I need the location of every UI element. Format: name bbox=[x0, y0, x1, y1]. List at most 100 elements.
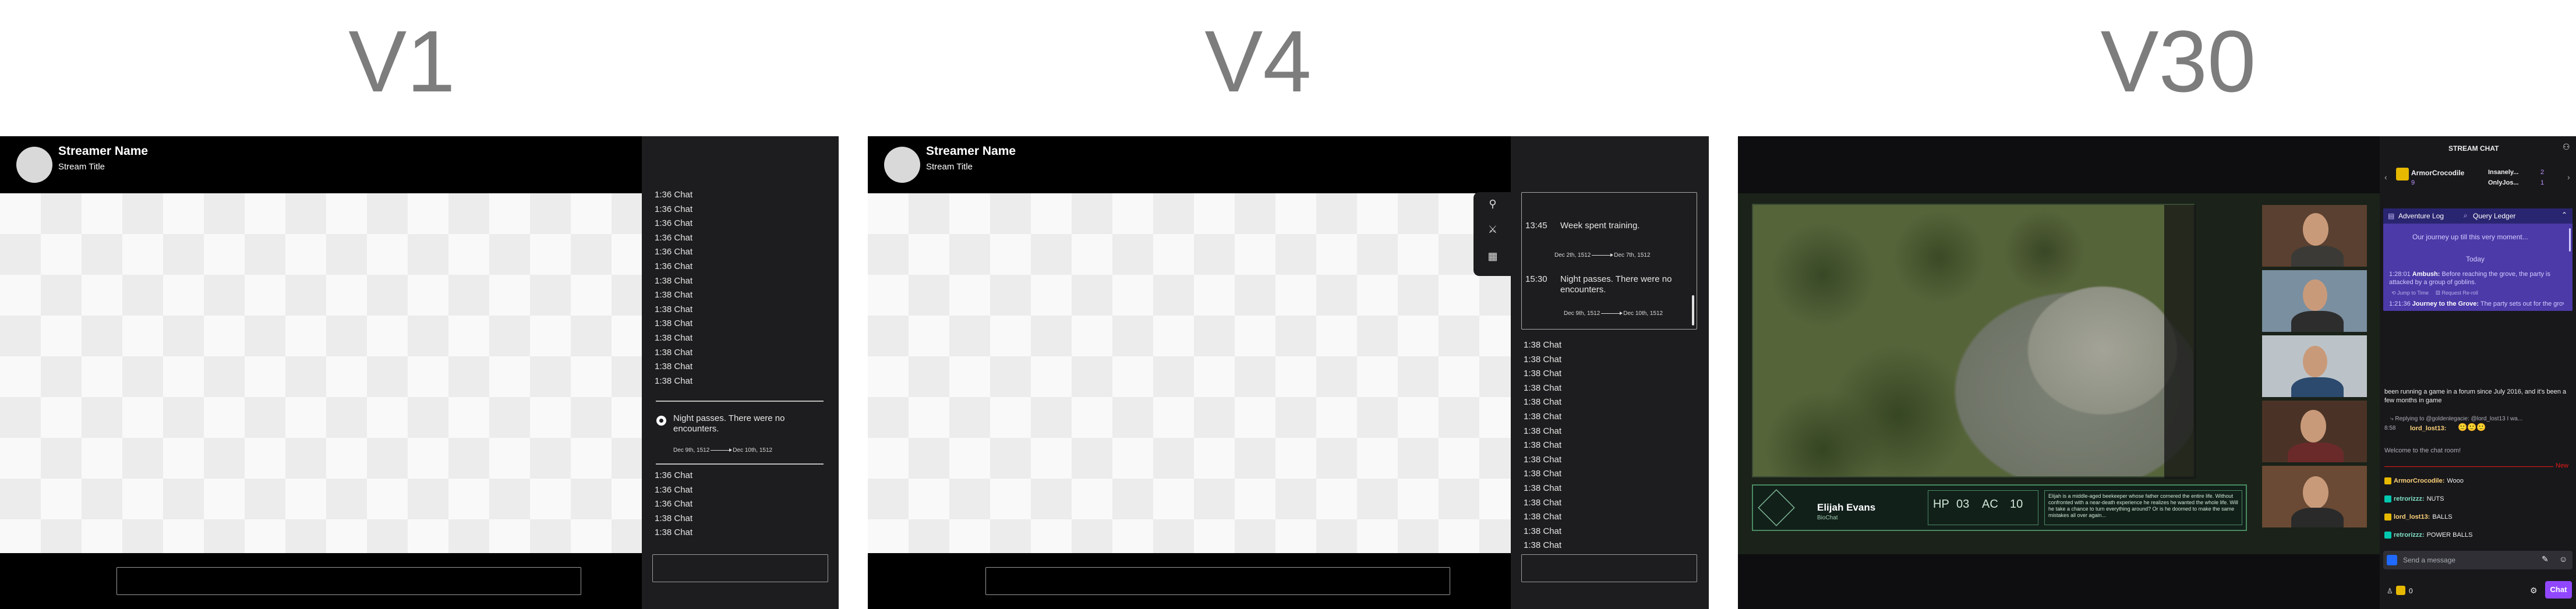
request-reroll-link[interactable]: ⚄ Request Re-roll bbox=[2436, 290, 2478, 296]
chat-username[interactable]: retrorizzz: bbox=[2394, 495, 2425, 502]
chat-text: POWER BALLS bbox=[2426, 532, 2473, 539]
chat-line: 1:38 Chat bbox=[655, 304, 693, 314]
chat-username[interactable]: ArmorCrocodile: bbox=[2394, 477, 2444, 484]
character-subtitle: BioChat bbox=[1817, 515, 1838, 521]
points-count: 0 bbox=[2409, 587, 2413, 595]
entry-date-range: Dec 9th, 1512 Dec 10th, 1512 bbox=[1564, 310, 1663, 317]
log-day: Today bbox=[2466, 255, 2485, 263]
welcome-message: Welcome to the chat room! bbox=[2384, 447, 2461, 454]
search-icon: ⌕ bbox=[2464, 211, 2468, 219]
bits-icon[interactable]: ✎ bbox=[2542, 554, 2549, 564]
new-label: New bbox=[2556, 462, 2569, 469]
chat-line: 1:38 Chat bbox=[1524, 497, 1562, 508]
overlay-input[interactable] bbox=[116, 567, 581, 595]
chevron-left-icon[interactable]: ‹ bbox=[2384, 172, 2387, 182]
chat-line: 1:38 Chat bbox=[655, 318, 693, 329]
entry-date-range: Dec 2th, 1512 Dec 7th, 1512 bbox=[1554, 252, 1651, 259]
emote-picker-icon[interactable]: ☺ bbox=[2559, 554, 2567, 564]
character-card: Elijah Evans BioChat HP 03 AC 10 Elijah … bbox=[1752, 484, 2247, 531]
event-dot-icon bbox=[656, 416, 666, 426]
swords-icon[interactable]: ⚔ bbox=[1486, 224, 1499, 236]
date-from: Dec 2th, 1512 bbox=[1554, 252, 1591, 259]
v30-mockup: Elijah Evans BioChat HP 03 AC 10 Elijah … bbox=[1738, 136, 2576, 609]
chat-username[interactable]: retrorizzz: bbox=[2394, 532, 2425, 539]
chat-line: 1:36 Chat bbox=[655, 247, 693, 257]
webcam-3 bbox=[2262, 335, 2367, 397]
reply-user: lord_lost13: bbox=[2410, 425, 2447, 432]
log-entry: 1:21:36 Journey to the Grove: The party … bbox=[2389, 300, 2564, 307]
crown-icon bbox=[2396, 168, 2409, 180]
timeline-card: 13:45 Week spent training. Dec 2th, 1512… bbox=[1521, 192, 1697, 330]
chat-line: 1:36 Chat bbox=[655, 470, 693, 480]
divider bbox=[656, 463, 824, 465]
user-badge-icon bbox=[2384, 495, 2391, 503]
channel-points-icon bbox=[2396, 586, 2405, 595]
calendar-icon[interactable]: ▦ bbox=[1486, 250, 1499, 263]
user-badge-icon bbox=[2384, 532, 2391, 539]
chat-username[interactable]: lord_lost13: bbox=[2394, 514, 2430, 521]
chat-input[interactable] bbox=[1521, 554, 1697, 582]
chat-message: been running a game in a forum since Jul… bbox=[2384, 388, 2567, 404]
chat-line: 1:38 Chat bbox=[1524, 540, 1562, 551]
v4-mockup: Streamer Name Stream Title ⚲ ⚔ ▦ 13:45 W… bbox=[868, 136, 1709, 609]
chat-line: 1:38 Chat bbox=[655, 527, 693, 538]
battle-map bbox=[1752, 204, 2196, 479]
character-description: Elijah is a middle-aged beekeeper whose … bbox=[2044, 490, 2242, 525]
chat-line: 1:36 Chat bbox=[655, 499, 693, 509]
webcam-4 bbox=[2262, 401, 2367, 462]
log-tabs: ▤ Adventure Log ⌕ Query Ledger ⌃ bbox=[2383, 208, 2573, 224]
ac-label: AC bbox=[1982, 498, 1998, 511]
chat-line: 1:38 Chat bbox=[1524, 383, 1562, 393]
chat-line: 1:36 Chat bbox=[655, 484, 693, 495]
scrollbar[interactable] bbox=[1692, 295, 1694, 325]
chat-message: lord_lost13: BALLS bbox=[2384, 514, 2453, 521]
points-icon[interactable]: ♙ bbox=[2387, 587, 2393, 595]
webcam-2 bbox=[2262, 270, 2367, 332]
settings-icon[interactable]: ⚙ bbox=[2530, 586, 2538, 596]
video-placeholder bbox=[0, 193, 642, 553]
leader-name: OnlyJos... bbox=[2488, 179, 2519, 186]
chat-line: 1:38 Chat bbox=[1524, 440, 1562, 451]
entry-text: Night passes. There were no encounters. bbox=[1560, 274, 1672, 295]
log-entry-title: Journey to the Grove: bbox=[2412, 300, 2479, 307]
scrollbar[interactable] bbox=[2569, 228, 2571, 252]
chevron-right-icon[interactable]: › bbox=[2567, 172, 2570, 182]
chat-text: BALLS bbox=[2432, 514, 2453, 521]
tab-query-ledger[interactable]: Query Ledger bbox=[2473, 212, 2515, 220]
stream-chat: STREAM CHAT ⚇ ‹ ArmorCrocodile 9 Insanel… bbox=[2380, 136, 2576, 609]
tab-adventure-log[interactable]: Adventure Log bbox=[2398, 212, 2444, 220]
overlay-input[interactable] bbox=[985, 567, 1450, 595]
jump-to-time-link[interactable]: ⟲ Jump to Time bbox=[2391, 290, 2429, 296]
users-icon[interactable]: ⚇ bbox=[2563, 142, 2570, 152]
chat-line: 1:38 Chat bbox=[655, 362, 693, 372]
chat-send-button[interactable]: Chat bbox=[2545, 581, 2572, 599]
hp-value: 03 bbox=[1956, 498, 1970, 511]
leader-count: 2 bbox=[2540, 169, 2545, 176]
reply-time: 8:58 bbox=[2384, 425, 2396, 431]
user-badge-icon bbox=[2384, 477, 2391, 485]
webcam-5 bbox=[2262, 466, 2367, 527]
message-input[interactable]: Send a message ✎ ☺ bbox=[2383, 551, 2573, 569]
chat-input[interactable] bbox=[652, 554, 828, 582]
date-to: Dec 10th, 1512 bbox=[733, 447, 773, 454]
version-label-v4: V4 bbox=[1204, 12, 1312, 110]
version-label-v1: V1 bbox=[348, 12, 455, 110]
log-entry-text: The party sets out for the grove... bbox=[2480, 300, 2564, 307]
leader-count: 9 bbox=[2411, 179, 2415, 186]
video-placeholder bbox=[868, 193, 1511, 553]
version-label-v30: V30 bbox=[2100, 12, 2256, 110]
date-from: Dec 9th, 1512 bbox=[673, 447, 710, 454]
crest-icon bbox=[1758, 489, 1795, 526]
date-to: Dec 7th, 1512 bbox=[1614, 252, 1651, 259]
reply-text: Replying to @goldenlegacie: @lord_lost13… bbox=[2395, 416, 2523, 422]
log-entry-title: Ambush: bbox=[2412, 271, 2440, 278]
chat-line: 1:36 Chat bbox=[655, 232, 693, 243]
request-reroll-label: Request Re-roll bbox=[2441, 290, 2478, 296]
chat-line: 1:38 Chat bbox=[1524, 469, 1562, 479]
chat-text: Wooo bbox=[2447, 477, 2464, 484]
chat-line: 1:38 Chat bbox=[1524, 483, 1562, 493]
run-icon[interactable]: ⚲ bbox=[1486, 198, 1499, 211]
stream-title: Stream Title bbox=[58, 162, 105, 172]
chevron-up-icon[interactable]: ⌃ bbox=[2561, 211, 2567, 219]
chat-line: 1:38 Chat bbox=[655, 275, 693, 286]
